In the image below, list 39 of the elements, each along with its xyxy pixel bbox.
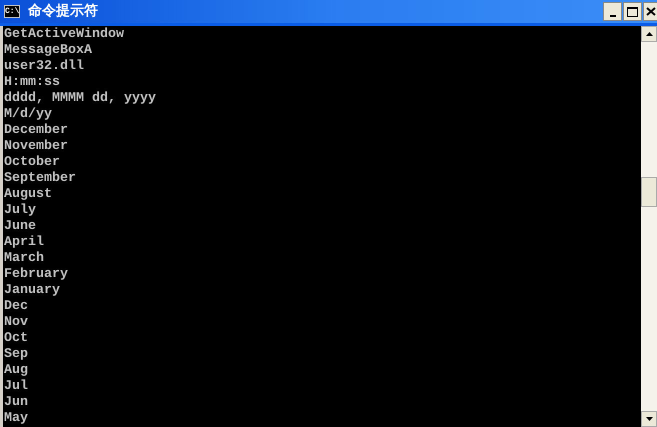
scroll-up-button[interactable] bbox=[641, 26, 657, 42]
close-button[interactable] bbox=[643, 2, 657, 21]
maximize-button[interactable] bbox=[623, 2, 642, 21]
window-title: 命令提示符 bbox=[28, 2, 98, 21]
console-line: September bbox=[4, 171, 76, 187]
console-line: Jul bbox=[4, 379, 28, 395]
scrollbar[interactable] bbox=[641, 26, 657, 427]
console-line: April bbox=[4, 235, 44, 251]
maximize-icon bbox=[627, 6, 638, 16]
down-arrow-icon bbox=[646, 417, 652, 421]
console-line: Aug bbox=[4, 363, 28, 379]
console-line: MessageBoxA bbox=[4, 43, 92, 59]
console-line: May bbox=[4, 411, 28, 427]
window-icon: C:\ bbox=[4, 5, 20, 18]
minimize-icon bbox=[610, 15, 616, 17]
console-line: December bbox=[4, 123, 68, 139]
close-icon bbox=[646, 7, 656, 16]
console-line: January bbox=[4, 283, 60, 299]
console-line: Dec bbox=[4, 299, 28, 315]
console-line: Oct bbox=[4, 331, 28, 347]
console-line: March bbox=[4, 251, 44, 267]
minimize-button[interactable] bbox=[603, 2, 622, 21]
console-line: dddd, MMMM dd, yyyy bbox=[4, 91, 156, 107]
console-line: H:mm:ss bbox=[4, 75, 60, 91]
console-line: user32.dll bbox=[4, 59, 84, 75]
console-line: Sep bbox=[4, 347, 28, 363]
scroll-down-button[interactable] bbox=[641, 411, 657, 427]
console-line: GetActiveWindow bbox=[4, 27, 124, 43]
console-line: Nov bbox=[4, 315, 28, 331]
console-line: August bbox=[4, 187, 52, 203]
scroll-thumb[interactable] bbox=[641, 177, 657, 207]
console-line: Jun bbox=[4, 395, 28, 411]
console-line: October bbox=[4, 155, 60, 171]
console-line: M/d/yy bbox=[4, 107, 52, 123]
console-line: February bbox=[4, 267, 68, 283]
up-arrow-icon bbox=[646, 32, 652, 36]
console-line: July bbox=[4, 203, 36, 219]
console-line: June bbox=[4, 219, 36, 235]
console-line: November bbox=[4, 139, 68, 155]
